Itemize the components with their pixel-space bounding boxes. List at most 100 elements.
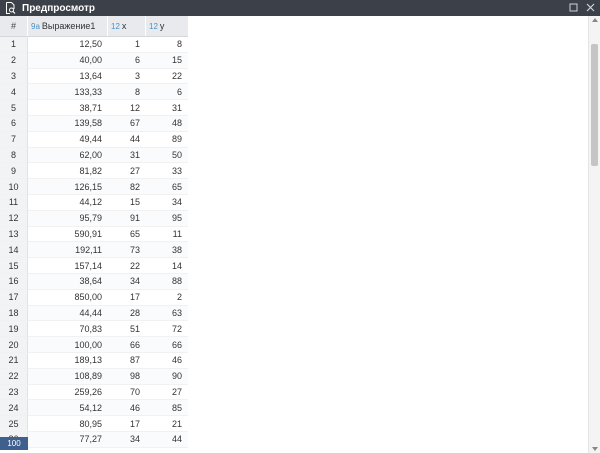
cell-y[interactable]: 22: [146, 69, 188, 85]
row-number[interactable]: 23: [0, 384, 28, 401]
close-icon[interactable]: [585, 2, 596, 13]
cell-x[interactable]: 22: [108, 258, 146, 274]
cell-x[interactable]: 87: [108, 353, 146, 369]
row-number[interactable]: 15: [0, 258, 28, 274]
cell-expression[interactable]: 40,00: [28, 52, 108, 69]
cell-y[interactable]: 85: [146, 400, 188, 417]
scroll-thumb[interactable]: [591, 44, 598, 166]
cell-y[interactable]: 95: [146, 210, 188, 227]
row-number[interactable]: 25: [0, 416, 28, 432]
row-number[interactable]: 21: [0, 352, 28, 369]
cell-expression[interactable]: 80,95: [28, 416, 108, 432]
table-row[interactable]: 21 189,13 87 46: [0, 352, 188, 369]
rownum-header[interactable]: #: [0, 16, 28, 36]
cell-y[interactable]: 66: [146, 337, 188, 353]
cell-expression[interactable]: 38,71: [28, 100, 108, 116]
row-number[interactable]: 5: [0, 100, 28, 116]
cell-x[interactable]: 1: [108, 37, 146, 53]
table-row[interactable]: 5 38,71 12 31: [0, 100, 188, 116]
row-number[interactable]: 1: [0, 37, 28, 53]
cell-expression[interactable]: 259,26: [28, 385, 108, 401]
row-number[interactable]: 24: [0, 400, 28, 417]
table-row[interactable]: 19 70,83 51 72: [0, 321, 188, 338]
cell-x[interactable]: 27: [108, 163, 146, 180]
cell-y[interactable]: 38: [146, 242, 188, 259]
cell-x[interactable]: 34: [108, 273, 146, 290]
column-header-y[interactable]: 12 y: [146, 16, 188, 36]
cell-y[interactable]: 34: [146, 195, 188, 211]
cell-x[interactable]: 73: [108, 242, 146, 259]
table-row[interactable]: 20 100,00 66 66: [0, 337, 188, 353]
cell-expression[interactable]: 850,00: [28, 290, 108, 306]
cell-expression[interactable]: 70,83: [28, 321, 108, 338]
row-number[interactable]: 16: [0, 273, 28, 290]
cell-y[interactable]: 27: [146, 385, 188, 401]
row-number[interactable]: 10: [0, 179, 28, 195]
cell-y[interactable]: 90: [146, 368, 188, 385]
cell-y[interactable]: 14: [146, 258, 188, 274]
cell-expression[interactable]: 139,58: [28, 115, 108, 132]
cell-expression[interactable]: 126,15: [28, 179, 108, 195]
cell-expression[interactable]: 189,13: [28, 353, 108, 369]
cell-y[interactable]: 50: [146, 147, 188, 164]
table-row[interactable]: 6 139,58 67 48: [0, 115, 188, 132]
cell-x[interactable]: 82: [108, 179, 146, 195]
cell-y[interactable]: 11: [146, 227, 188, 243]
table-row[interactable]: 7 49,44 44 89: [0, 131, 188, 148]
cell-expression[interactable]: 12,50: [28, 37, 108, 53]
table-row[interactable]: 4 133,33 8 6: [0, 84, 188, 101]
row-number[interactable]: 9: [0, 163, 28, 180]
row-number[interactable]: 20: [0, 337, 28, 353]
cell-y[interactable]: 46: [146, 353, 188, 369]
row-number[interactable]: 6: [0, 115, 28, 132]
cell-x[interactable]: 6: [108, 52, 146, 69]
table-row[interactable]: 17 850,00 17 2: [0, 289, 188, 306]
cell-x[interactable]: 91: [108, 210, 146, 227]
row-number[interactable]: 8: [0, 147, 28, 164]
row-number[interactable]: 12: [0, 210, 28, 227]
table-row[interactable]: 16 38,64 34 88: [0, 273, 188, 290]
row-number[interactable]: 7: [0, 131, 28, 148]
cell-y[interactable]: 2: [146, 290, 188, 306]
cell-expression[interactable]: 13,64: [28, 69, 108, 85]
cell-y[interactable]: 48: [146, 115, 188, 132]
table-row[interactable]: 22 108,89 98 90: [0, 368, 188, 385]
cell-y[interactable]: 72: [146, 321, 188, 338]
row-number[interactable]: 11: [0, 194, 28, 211]
cell-x[interactable]: 3: [108, 69, 146, 85]
cell-expression[interactable]: 95,79: [28, 210, 108, 227]
row-number[interactable]: 18: [0, 305, 28, 322]
cell-x[interactable]: 8: [108, 84, 146, 101]
table-row[interactable]: 12 95,79 91 95: [0, 210, 188, 227]
row-number[interactable]: 22: [0, 368, 28, 385]
vertical-scrollbar[interactable]: [588, 16, 600, 453]
table-row[interactable]: 15 157,14 22 14: [0, 258, 188, 274]
cell-expression[interactable]: 108,89: [28, 368, 108, 385]
table-row[interactable]: 11 44,12 15 34: [0, 194, 188, 211]
cell-expression[interactable]: 133,33: [28, 84, 108, 101]
table-row[interactable]: 8 62,00 31 50: [0, 147, 188, 164]
row-number[interactable]: 2: [0, 52, 28, 69]
cell-expression[interactable]: 44,12: [28, 195, 108, 211]
table-row[interactable]: 2677,273444: [0, 431, 188, 448]
cell-expression[interactable]: 77,27: [28, 431, 108, 448]
cell-expression[interactable]: 49,44: [28, 132, 108, 148]
table-row[interactable]: 25 80,95 17 21: [0, 416, 188, 432]
cell-y[interactable]: 15: [146, 52, 188, 69]
cell-y[interactable]: 65: [146, 179, 188, 195]
cell-expression[interactable]: 192,11: [28, 242, 108, 259]
cell-y[interactable]: 8: [146, 37, 188, 53]
table-row[interactable]: 9 81,82 27 33: [0, 163, 188, 180]
cell-x[interactable]: 65: [108, 227, 146, 243]
row-number[interactable]: 13: [0, 226, 28, 243]
row-number[interactable]: 4: [0, 84, 28, 101]
table-row[interactable]: 13 590,91 65 11: [0, 226, 188, 243]
scroll-down-arrow-icon[interactable]: [592, 447, 598, 451]
table-row[interactable]: 2 40,00 6 15: [0, 52, 188, 69]
cell-x[interactable]: 34: [108, 431, 146, 448]
cell-expression[interactable]: 590,91: [28, 227, 108, 243]
cell-y[interactable]: 21: [146, 416, 188, 432]
table-row[interactable]: 1 12,50 1 8: [0, 37, 188, 53]
table-row[interactable]: 23 259,26 70 27: [0, 384, 188, 401]
cell-expression[interactable]: 157,14: [28, 258, 108, 274]
